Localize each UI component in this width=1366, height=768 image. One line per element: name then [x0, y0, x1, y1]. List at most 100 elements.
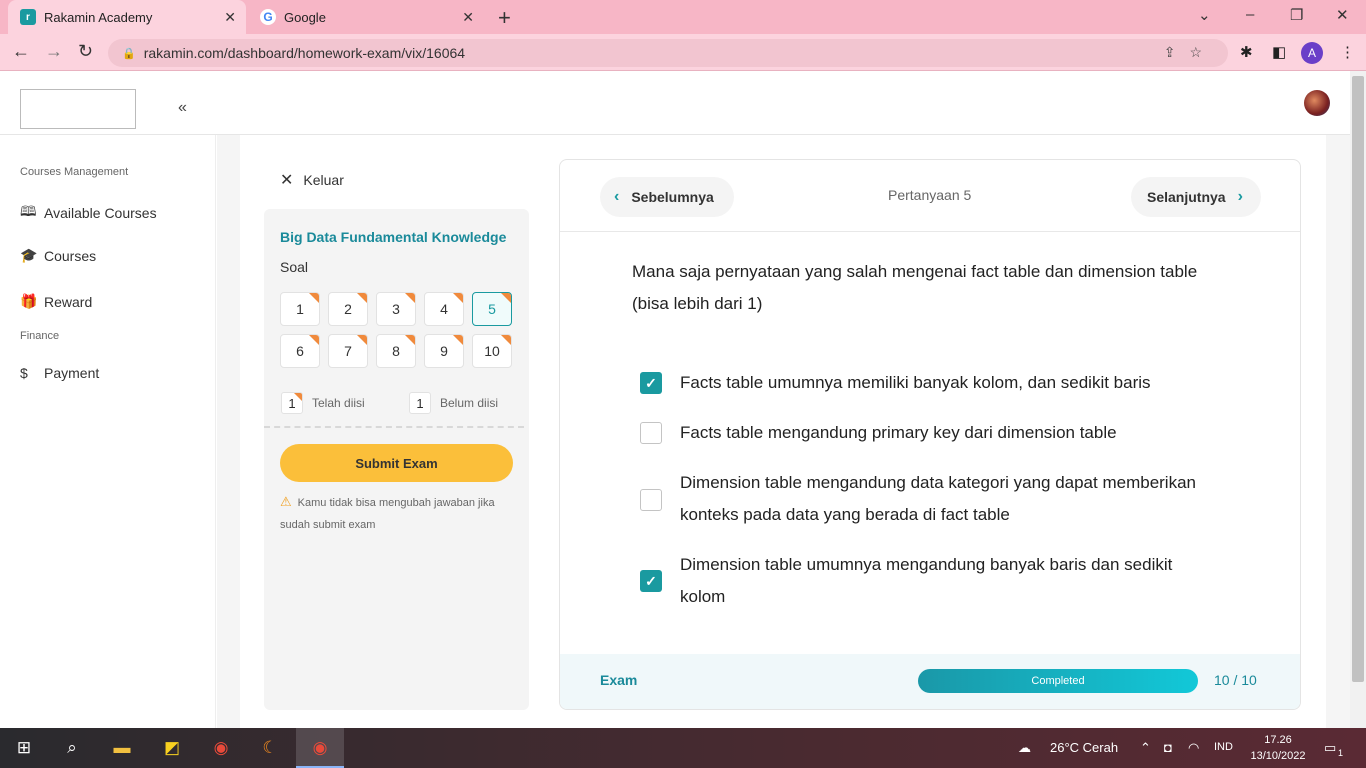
question-button-4[interactable]: 4 — [424, 292, 464, 326]
wifi-icon[interactable]: ◠ — [1188, 740, 1199, 756]
next-button[interactable]: Selanjutnya › — [1131, 177, 1261, 217]
question-card: ‹ Sebelumnya Pertanyaan 5 Selanjutnya › … — [559, 159, 1301, 710]
question-button-9[interactable]: 9 — [424, 334, 464, 368]
answer-option-1[interactable]: ✓ Facts table umumnya memiliki banyak ko… — [640, 367, 1200, 399]
question-button-10[interactable]: 10 — [472, 334, 512, 368]
browser-tab-bar: r Rakamin Academy ✕ G Google ✕ + ⌄ – ❐ ✕ — [0, 0, 1366, 34]
question-button-2[interactable]: 2 — [328, 292, 368, 326]
chevron-down-icon[interactable]: ⌄ — [1198, 6, 1211, 24]
question-button-7[interactable]: 7 — [328, 334, 368, 368]
tray-chevron-up-icon[interactable]: ⌃ — [1140, 740, 1151, 756]
option-text: Facts table umumnya memiliki banyak kolo… — [680, 373, 1151, 392]
chevron-right-icon: › — [1237, 188, 1243, 205]
option-text: Dimension table umumnya mengandung banya… — [680, 555, 1173, 606]
submit-exam-button[interactable]: Submit Exam — [280, 444, 513, 482]
progress-count: 10 / 10 — [1214, 672, 1257, 688]
question-button-3[interactable]: 3 — [376, 292, 416, 326]
warning-icon: ⚠ — [280, 494, 292, 509]
sidebar-item-available-courses[interactable]: 🕮 Available Courses — [20, 201, 157, 225]
window-close-icon[interactable]: ✕ — [1336, 6, 1349, 24]
notification-icon[interactable]: ▭ — [1324, 740, 1336, 756]
tab-label: Rakamin Academy — [44, 9, 153, 25]
sidebar-item-courses[interactable]: 🎓 Courses — [20, 247, 96, 264]
legend-filled-label: Telah diisi — [312, 396, 365, 410]
checkbox-unchecked[interactable] — [640, 422, 662, 444]
dollar-icon: $ — [20, 365, 28, 381]
divider — [264, 426, 524, 428]
tab-rakamin[interactable]: r Rakamin Academy ✕ — [8, 0, 246, 34]
exam-footer: Exam Completed 10 / 10 — [560, 654, 1300, 709]
close-icon[interactable]: ✕ — [462, 9, 474, 26]
extensions-icon[interactable]: ✱ — [1240, 43, 1253, 61]
browser-toolbar: ← → ↻ 🔒 rakamin.com/dashboard/homework-e… — [0, 34, 1366, 71]
question-button-6[interactable]: 6 — [280, 334, 320, 368]
app-header: « — [0, 71, 1350, 135]
legend-empty-label: Belum diisi — [440, 396, 499, 410]
answer-option-2[interactable]: Facts table mengandung primary key dari … — [640, 417, 1200, 449]
question-button-5[interactable]: 5 — [472, 292, 512, 326]
course-title: Big Data Fundamental Knowledge — [280, 229, 507, 245]
profile-avatar[interactable]: A — [1301, 42, 1323, 64]
windows-taskbar: ⊞ ⌕ ▬ ◩ ◉ ☾ ◉ ☁ 26°C Cerah ⌃ ◘ ◠ IND 17.… — [0, 728, 1366, 768]
user-avatar[interactable] — [1304, 90, 1330, 116]
address-bar[interactable]: 🔒 rakamin.com/dashboard/homework-exam/vi… — [108, 39, 1228, 67]
close-icon[interactable]: ✕ — [224, 9, 236, 26]
camera-icon[interactable]: ◘ — [1164, 740, 1172, 755]
clock[interactable]: 17.26 13/10/2022 — [1250, 732, 1306, 764]
next-label: Selanjutnya — [1147, 189, 1226, 205]
sidebar-item-label: Reward — [44, 293, 93, 310]
tab-label: Google — [284, 9, 326, 25]
previous-label: Sebelumnya — [631, 189, 714, 205]
close-icon: ✕ — [280, 172, 294, 189]
sidebar-item-reward[interactable]: 🎁 Reward — [20, 293, 92, 310]
google-logo-icon: G — [260, 9, 276, 25]
exit-label: Keluar — [303, 172, 344, 188]
chrome-icon[interactable]: ◉ — [209, 736, 233, 760]
forward-arrow-icon[interactable]: → — [45, 41, 63, 62]
answer-option-3[interactable]: Dimension table mengandung data kategori… — [640, 467, 1200, 531]
share-star-icons[interactable]: ⇪☆ — [1164, 44, 1216, 61]
option-text: Facts table mengandung primary key dari … — [680, 423, 1117, 442]
exam-label: Exam — [600, 672, 638, 688]
app-icon[interactable]: ☾ — [258, 736, 282, 760]
sticky-notes-icon[interactable]: ◩ — [160, 736, 184, 760]
question-nav: ‹ Sebelumnya Pertanyaan 5 Selanjutnya › — [560, 160, 1300, 232]
time: 17.26 — [1264, 734, 1292, 746]
language-indicator[interactable]: IND — [1214, 741, 1233, 753]
reload-icon[interactable]: ↻ — [78, 41, 93, 62]
search-icon[interactable]: ⌕ — [60, 736, 84, 760]
windows-start-icon[interactable]: ⊞ — [12, 736, 36, 760]
checkbox-checked[interactable]: ✓ — [640, 372, 662, 394]
collapse-sidebar-icon[interactable]: « — [178, 99, 187, 117]
back-arrow-icon[interactable]: ← — [12, 41, 30, 62]
scrollbar-thumb[interactable] — [1352, 76, 1364, 682]
weather-icon[interactable]: ☁ — [1018, 740, 1031, 756]
question-text: Mana saja pernyataan yang salah mengenai… — [632, 262, 1198, 313]
checkbox-unchecked[interactable] — [640, 489, 662, 511]
side-panel-icon[interactable]: ◧ — [1272, 43, 1286, 61]
tab-google[interactable]: G Google ✕ — [248, 0, 484, 34]
question-number: Pertanyaan 5 — [888, 187, 972, 203]
minimize-icon[interactable]: – — [1246, 6, 1254, 23]
sidebar-item-payment[interactable]: $ Payment — [20, 365, 99, 381]
brand-logo-image[interactable] — [20, 89, 136, 129]
answer-option-4[interactable]: ✓ Dimension table umumnya mengandung ban… — [640, 549, 1200, 613]
active-chrome-window[interactable]: ◉ — [296, 728, 344, 768]
submit-warning: ⚠ Kamu tidak bisa mengubah jawaban jika s… — [280, 491, 520, 536]
exit-button[interactable]: ✕ Keluar — [280, 170, 344, 190]
question-button-8[interactable]: 8 — [376, 334, 416, 368]
book-icon: 🕮 — [20, 203, 37, 219]
sidebar-section-finance: Finance — [20, 330, 60, 342]
notification-count: 1 — [1338, 748, 1344, 758]
url-text: rakamin.com/dashboard/homework-exam/vix/… — [143, 45, 466, 61]
menu-kebab-icon[interactable]: ⋮ — [1340, 43, 1355, 61]
weather-text[interactable]: 26°C Cerah — [1050, 740, 1118, 755]
previous-button[interactable]: ‹ Sebelumnya — [600, 177, 734, 217]
sidebar-item-label: Courses — [44, 247, 97, 264]
new-tab-icon[interactable]: + — [498, 5, 511, 31]
restore-icon[interactable]: ❐ — [1290, 6, 1303, 24]
question-button-1[interactable]: 1 — [280, 292, 320, 326]
file-explorer-icon[interactable]: ▬ — [110, 736, 134, 760]
checkbox-checked[interactable]: ✓ — [640, 570, 662, 592]
option-text: Dimension table mengandung data kategori… — [680, 473, 1196, 524]
